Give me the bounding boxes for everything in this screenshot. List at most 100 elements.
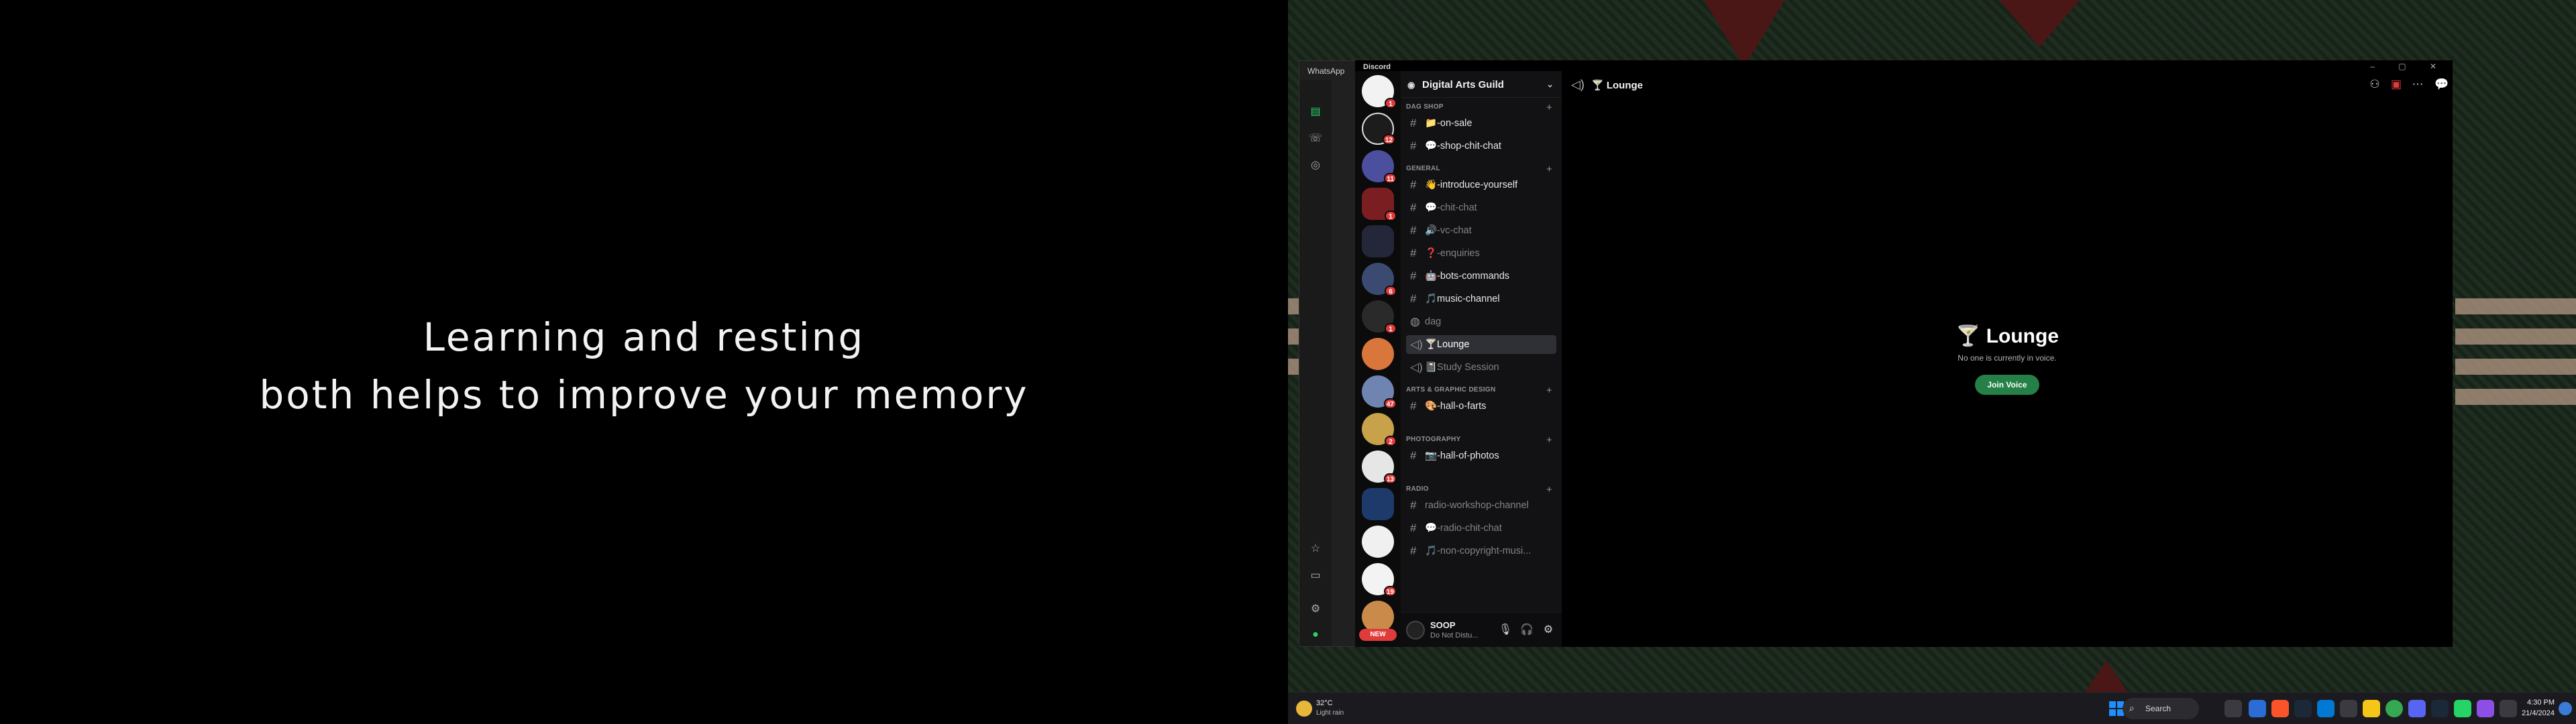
- headphones-icon[interactable]: 🎧: [1519, 622, 1535, 638]
- taskbar-search[interactable]: ⌕ Search: [2123, 698, 2199, 719]
- server-icon[interactable]: 1: [1362, 75, 1397, 109]
- channel-label: 🎵-non-copyright-musi...: [1425, 546, 1532, 556]
- server-badge: 13: [1383, 473, 1397, 484]
- discord-window-controls[interactable]: – ▢ ✕: [2370, 62, 2447, 71]
- add-channel-icon[interactable]: +: [1546, 434, 1552, 446]
- file-explorer-icon[interactable]: [2363, 700, 2380, 717]
- server-folder[interactable]: 1: [1362, 188, 1397, 221]
- app-icon[interactable]: [2317, 700, 2334, 717]
- settings-icon[interactable]: ⚙: [1309, 603, 1322, 616]
- whatsapp-taskbar-icon[interactable]: [2454, 700, 2471, 717]
- steam-icon[interactable]: [2294, 700, 2312, 717]
- windows-start-icon[interactable]: [2109, 701, 2124, 716]
- discord-taskbar-icon[interactable]: [2408, 700, 2426, 717]
- category-radio[interactable]: RADIO +: [1406, 484, 1556, 496]
- calls-icon[interactable]: ☏: [1309, 132, 1322, 145]
- weather-temperature[interactable]: 32°C: [1316, 699, 1333, 707]
- server-icon[interactable]: 13: [1362, 450, 1397, 484]
- microphone-icon[interactable]: 🎙: [1497, 622, 1513, 638]
- channel-label: radio-workshop-channel: [1425, 500, 1529, 511]
- voice-channel-lounge[interactable]: ◁) 🍸Lounge: [1406, 335, 1556, 354]
- clock-time[interactable]: 4:30 PM: [2527, 699, 2555, 707]
- folder-icon[interactable]: [1362, 488, 1394, 520]
- folder-icon[interactable]: [1362, 225, 1394, 257]
- category-dag-shop[interactable]: DAG SHOP +: [1406, 102, 1556, 114]
- speaker-icon: ◁): [1410, 338, 1423, 351]
- channel-dag-forum[interactable]: ◍ dag: [1406, 312, 1556, 331]
- channel-introduce-yourself[interactable]: # 👋-introduce-yourself: [1406, 176, 1556, 194]
- voice-channel-study-session[interactable]: ◁) 📓Study Session: [1406, 358, 1556, 377]
- brave-browser-icon[interactable]: [2271, 700, 2289, 717]
- guild-header[interactable]: ◉ Digital Arts Guild ⌄: [1401, 71, 1562, 98]
- archive-icon[interactable]: ▭: [1309, 569, 1322, 583]
- chats-icon[interactable]: ▤: [1309, 105, 1322, 119]
- join-voice-button[interactable]: Join Voice: [1975, 375, 2039, 395]
- steam-taskbar-icon[interactable]: [2431, 700, 2449, 717]
- photos-icon[interactable]: [2340, 700, 2357, 717]
- category-arts-graphic-design[interactable]: ARTS & GRAPHIC DESIGN +: [1406, 385, 1556, 397]
- channel-label: 🤖-bots-commands: [1425, 271, 1510, 282]
- category-general[interactable]: GENERAL +: [1406, 164, 1556, 176]
- channel-non-copyright-music[interactable]: # 🎵-non-copyright-musi...: [1406, 542, 1556, 560]
- more-options-icon[interactable]: ⋯: [2410, 78, 2426, 91]
- category-label: ARTS & GRAPHIC DESIGN: [1406, 386, 1496, 394]
- add-member-icon[interactable]: ⚇: [2367, 78, 2383, 91]
- channel-label: 💬-radio-chit-chat: [1425, 523, 1502, 534]
- add-channel-icon[interactable]: +: [1546, 164, 1552, 175]
- whatsapp-title: WhatsApp: [1307, 66, 1345, 76]
- chat-bubble-icon[interactable]: 💬: [2434, 78, 2450, 91]
- channel-chit-chat[interactable]: # 💬-chit-chat: [1406, 198, 1556, 217]
- channel-radio-chit-chat[interactable]: # 💬-radio-chit-chat: [1406, 519, 1556, 538]
- add-channel-icon[interactable]: +: [1546, 484, 1552, 495]
- profile-icon[interactable]: ●: [1309, 628, 1322, 642]
- channel-music[interactable]: # 🎵music-channel: [1406, 290, 1556, 308]
- server-icon[interactable]: 1: [1362, 300, 1397, 334]
- avatar[interactable]: [1406, 621, 1425, 640]
- channel-label: 🎵music-channel: [1425, 294, 1500, 304]
- notification-icon[interactable]: [2559, 702, 2572, 715]
- server-icon[interactable]: 11: [1362, 150, 1397, 184]
- server-icon[interactable]: [1362, 601, 1394, 633]
- weather-icon[interactable]: [1296, 701, 1312, 717]
- wallpaper-stripe: [2455, 389, 2576, 405]
- server-icon[interactable]: 12: [1362, 113, 1395, 145]
- channel-hall-o-farts[interactable]: # 🎨-hall-o-farts: [1406, 397, 1556, 416]
- add-channel-icon[interactable]: +: [1546, 102, 1552, 113]
- category-label: RADIO: [1406, 485, 1429, 493]
- chrome-icon[interactable]: [2385, 700, 2403, 717]
- discord-window[interactable]: Discord – ▢ ✕ 1 12 11 1 6 1 47 2 13 19 N…: [1355, 60, 2453, 647]
- server-icon[interactable]: 6: [1362, 263, 1397, 296]
- server-badge: 1: [1385, 98, 1397, 109]
- channel-radio-workshop[interactable]: # radio-workshop-channel: [1406, 496, 1556, 515]
- user-name[interactable]: SOOP: [1430, 620, 1456, 630]
- server-icon[interactable]: 2: [1362, 413, 1397, 446]
- server-icon[interactable]: [1362, 526, 1394, 558]
- app-icon[interactable]: [2477, 700, 2494, 717]
- app-icon[interactable]: [2500, 700, 2517, 717]
- category-photography[interactable]: PHOTOGRAPHY +: [1406, 434, 1556, 446]
- server-badge: 19: [1383, 586, 1397, 597]
- clock-date[interactable]: 21/4/2024: [2522, 709, 2555, 717]
- channel-hall-of-photos[interactable]: # 📷-hall-of-photos: [1406, 446, 1556, 465]
- server-icon[interactable]: [1362, 338, 1394, 370]
- server-icon[interactable]: 19: [1362, 563, 1397, 597]
- chevron-down-icon[interactable]: ⌄: [1546, 79, 1554, 90]
- channel-vc-chat[interactable]: # 🔊-vc-chat: [1406, 221, 1556, 240]
- hash-icon: #: [1410, 224, 1417, 237]
- gear-icon[interactable]: ⚙: [1540, 622, 1556, 638]
- channel-bots-commands[interactable]: # 🤖-bots-commands: [1406, 267, 1556, 286]
- channel-on-sale[interactable]: # 📁-on-sale: [1406, 114, 1556, 133]
- channel-label: 📁-on-sale: [1425, 118, 1472, 129]
- screen-share-icon[interactable]: ▣: [2388, 78, 2404, 91]
- server-icon[interactable]: 47: [1362, 375, 1397, 409]
- main-content: ◁) 🍸 Lounge ⚇ ▣ ⋯ 💬 🍸 Lounge No one is c…: [1562, 71, 2453, 647]
- channel-enquiries[interactable]: # ❓-enquiries: [1406, 244, 1556, 263]
- add-channel-icon[interactable]: +: [1546, 385, 1552, 396]
- new-servers-pill[interactable]: NEW: [1359, 629, 1397, 641]
- weather-description[interactable]: Light rain: [1316, 709, 1344, 717]
- task-view-icon[interactable]: [2224, 700, 2242, 717]
- widgets-icon[interactable]: [2249, 700, 2266, 717]
- status-icon[interactable]: ◎: [1309, 159, 1322, 172]
- starred-icon[interactable]: ☆: [1309, 542, 1322, 556]
- channel-shop-chit-chat[interactable]: # 💬-shop-chit-chat: [1406, 137, 1556, 156]
